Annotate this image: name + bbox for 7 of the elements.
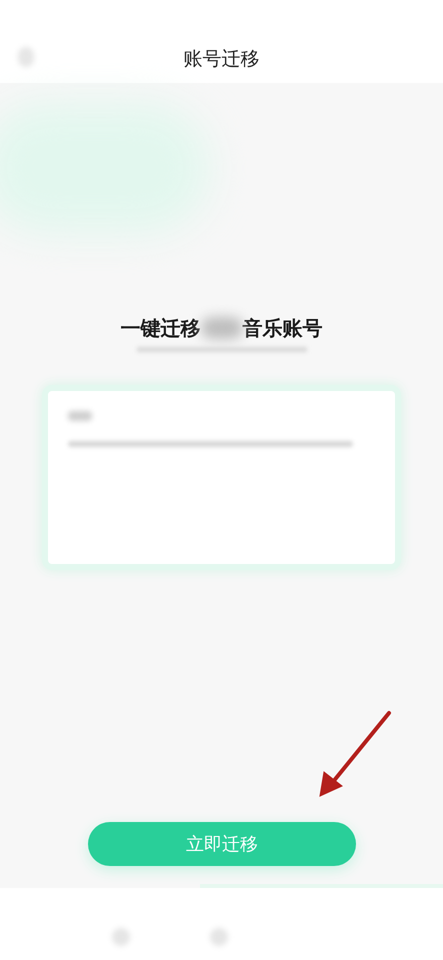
- page-title: 账号迁移: [184, 46, 260, 72]
- migrate-button[interactable]: 立即迁移: [88, 822, 356, 866]
- arrow-icon: [318, 710, 392, 798]
- blurred-logo: [200, 317, 242, 339]
- headline-text: 音乐账号: [242, 315, 322, 342]
- blurred-label: [68, 411, 92, 421]
- headline-text: 一键迁移: [120, 315, 200, 342]
